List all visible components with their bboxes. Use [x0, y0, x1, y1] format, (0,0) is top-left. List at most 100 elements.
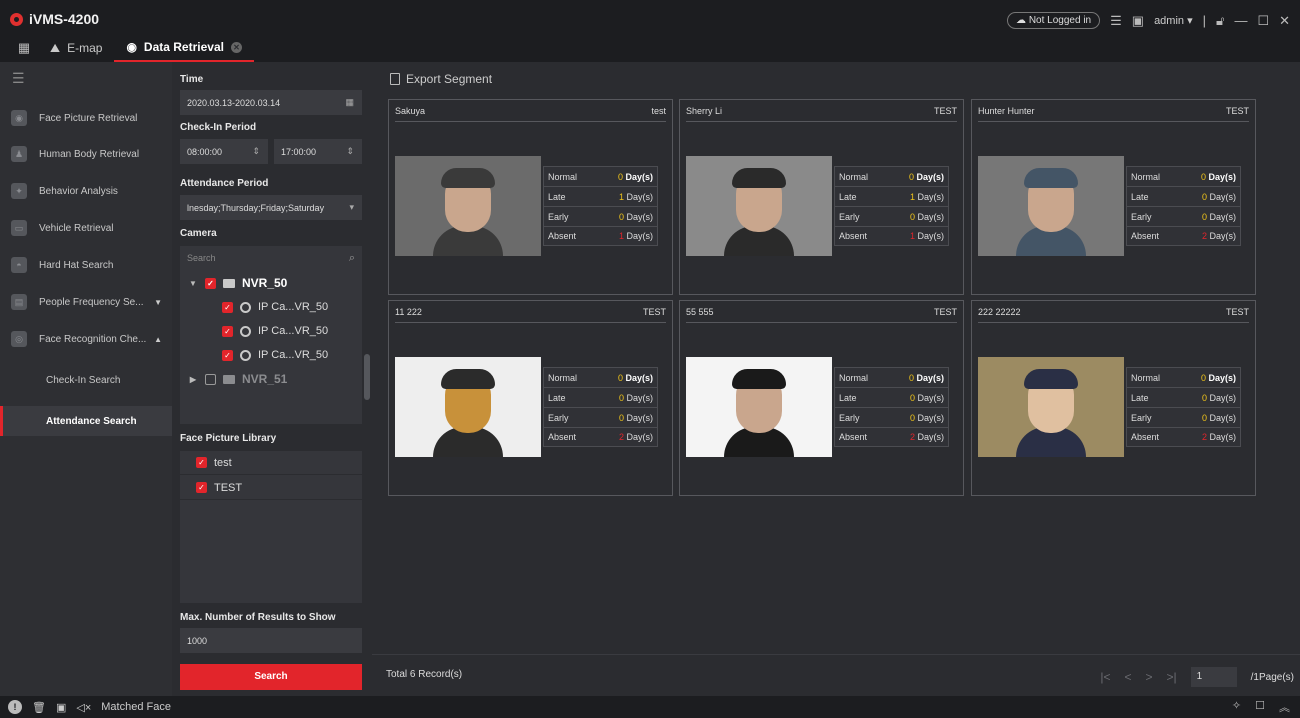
- tab-emap[interactable]: ⛰ E-map: [38, 34, 114, 62]
- max-results-input[interactable]: 1000: [180, 628, 362, 653]
- checkbox-checked[interactable]: ✓: [222, 325, 233, 337]
- expand-arrow-icon[interactable]: ▼: [188, 279, 198, 288]
- attendance-card[interactable]: 222 22222 TEST Normal 0 Day(s) Late 0 Day(…: [971, 300, 1256, 496]
- attendance-stats: Normal 0 Day(s) Late 0 Day(s) Early 0 Day(s…: [543, 367, 658, 447]
- camera-tree: Search ⌕ ▼ ✓ NVR_50 ✓ IP Ca...VR_50 ✓ IP …: [180, 246, 362, 424]
- tree-node-camera[interactable]: ✓ IP Ca...VR_50: [222, 295, 328, 319]
- check-in-end-field[interactable]: 17:00:00 ⇕: [274, 139, 362, 164]
- attendance-card[interactable]: Hunter Hunter TEST Normal 0 Day(s) Late 0 …: [971, 99, 1256, 295]
- expand-arrow-icon[interactable]: ▶: [188, 375, 198, 384]
- library-item[interactable]: ✓ test: [180, 451, 362, 475]
- stat-value: 0 Day(s): [909, 392, 944, 403]
- checkbox-checked[interactable]: ✓: [222, 349, 233, 361]
- stat-label: Early: [548, 412, 569, 423]
- tree-node-nvr-51[interactable]: ▶ NVR_51: [188, 367, 287, 391]
- prev-page-icon[interactable]: <: [1124, 670, 1131, 684]
- left-navigation: ☰ ◉ Face Picture Retrieval ♟ Human Body Re…: [0, 62, 172, 696]
- last-page-icon[interactable]: >|: [1167, 670, 1177, 684]
- user-menu[interactable]: admin ▾: [1154, 14, 1193, 27]
- page-number-input[interactable]: 1: [1190, 667, 1237, 687]
- card-header: 11 222 TEST: [395, 307, 666, 323]
- nav-attendance-search[interactable]: Attendance Search: [0, 406, 172, 436]
- next-page-icon[interactable]: >: [1146, 670, 1153, 684]
- top-right-controls: ☁ Not Logged in ☰ ▣ admin ▾ | 🔓︎ — ☐ ✕: [1007, 12, 1290, 29]
- app-logo: iVMS-4200: [10, 11, 99, 27]
- lock-icon[interactable]: 🔓︎: [1216, 13, 1224, 29]
- nav-vehicle-retrieval[interactable]: ▭ Vehicle Retrieval: [0, 213, 172, 243]
- photo-hair: [732, 369, 786, 389]
- mute-icon[interactable]: ◁×: [76, 701, 91, 714]
- hamburger-menu-icon[interactable]: ☰: [12, 70, 25, 87]
- window-icon[interactable]: ☐: [1255, 699, 1265, 715]
- tree-node-camera[interactable]: ✓ IP Ca...VR_50: [222, 343, 328, 367]
- checkbox-checked[interactable]: ✓: [222, 301, 233, 313]
- attendance-card[interactable]: Sakuya test Normal 0 Day(s) Late 1 Day(s) …: [388, 99, 673, 295]
- alert-icon[interactable]: !: [8, 700, 22, 714]
- attendance-card[interactable]: 55 555 TEST Normal 0 Day(s) Late 0 Day(s) …: [679, 300, 964, 496]
- nav-face-picture-retrieval[interactable]: ◉ Face Picture Retrieval: [0, 103, 172, 133]
- attendance-card[interactable]: 11 222 TEST Normal 0 Day(s) Late 0 Day(s) …: [388, 300, 673, 496]
- tree-node-nvr-50[interactable]: ▼ ✓ NVR_50: [188, 271, 287, 295]
- chevron-up-icon[interactable]: ︽: [1279, 699, 1290, 715]
- login-status-badge[interactable]: ☁ Not Logged in: [1007, 12, 1101, 29]
- checkbox-checked[interactable]: ✓: [205, 277, 216, 289]
- nav-behavior-analysis[interactable]: ✦ Behavior Analysis: [0, 176, 172, 206]
- maximize-icon[interactable]: ☐: [1257, 13, 1269, 29]
- pin-icon[interactable]: ✧: [1232, 699, 1241, 715]
- stat-value: 2 Day(s): [1201, 231, 1236, 241]
- attendance-period-label: Attendance Period: [180, 178, 269, 189]
- stat-value: 0 Day(s): [618, 392, 653, 403]
- panel-collapse-handle[interactable]: [364, 354, 370, 400]
- grid-menu-icon[interactable]: ▦: [10, 34, 38, 62]
- separator: |: [1202, 13, 1206, 28]
- list-icon[interactable]: ☰: [1110, 13, 1122, 29]
- nav-people-frequency[interactable]: ▤ People Frequency Se... ▼: [0, 287, 172, 317]
- nav-check-in-search[interactable]: Check-In Search: [0, 365, 172, 395]
- tree-label: NVR_50: [242, 276, 288, 290]
- stepper-icon[interactable]: ⇕: [252, 146, 260, 157]
- frequency-icon: ▤: [11, 294, 27, 310]
- stat-absent: Absent 2 Day(s): [543, 427, 658, 447]
- first-page-icon[interactable]: |<: [1100, 670, 1110, 684]
- search-icon[interactable]: ⌕: [349, 246, 355, 270]
- tab-data-retrieval[interactable]: ◉ Data Retrieval ✕: [114, 34, 254, 62]
- camera-search-input[interactable]: Search ⌕: [180, 246, 362, 270]
- stat-absent: Absent 1 Day(s): [543, 226, 658, 246]
- stat-label: Early: [548, 211, 569, 222]
- person-name: 222 22222: [978, 307, 1021, 317]
- map-icon: ⛰: [50, 40, 61, 55]
- tree-node-camera[interactable]: ✓ IP Ca...VR_50: [222, 319, 328, 343]
- user-name: admin: [1154, 15, 1185, 27]
- check-in-start-field[interactable]: 08:00:00 ⇕: [180, 139, 268, 164]
- person-name: 11 222: [395, 307, 422, 317]
- close-icon[interactable]: ✕: [1279, 13, 1290, 29]
- nav-face-recognition-check[interactable]: ◎ Face Recognition Che... ▲: [0, 324, 172, 354]
- checkbox-checked[interactable]: ✓: [196, 457, 207, 468]
- checkbox-unchecked[interactable]: [205, 373, 216, 385]
- calendar-icon[interactable]: ▦: [345, 97, 354, 108]
- nav-hard-hat-search[interactable]: ◓ Hard Hat Search: [0, 250, 172, 280]
- attendance-card[interactable]: Sherry Li TEST Normal 0 Day(s) Late 1 Day(…: [679, 99, 964, 295]
- library-item[interactable]: ✓ TEST: [180, 476, 362, 500]
- trash-icon[interactable]: 🗑︎: [32, 701, 46, 714]
- check-in-start-value: 08:00:00: [187, 146, 223, 157]
- checkbox-checked[interactable]: ✓: [196, 482, 207, 493]
- tab-label: E-map: [67, 41, 103, 55]
- results-area: Export Segment Sakuya test Normal 0 Day(s…: [372, 62, 1300, 696]
- minimize-icon[interactable]: —: [1234, 13, 1247, 28]
- image-icon[interactable]: ▣: [1132, 13, 1144, 29]
- nav-human-body-retrieval[interactable]: ♟ Human Body Retrieval: [0, 139, 172, 169]
- close-tab-icon[interactable]: ✕: [230, 41, 242, 53]
- stepper-icon[interactable]: ⇕: [346, 146, 354, 157]
- photo-hair: [732, 168, 786, 188]
- stat-label: Absent: [839, 432, 868, 442]
- search-button[interactable]: Search: [180, 664, 362, 690]
- time-label: Time: [180, 74, 204, 85]
- screen-icon[interactable]: ▣: [56, 701, 66, 714]
- nav-label: Face Picture Retrieval: [39, 112, 138, 124]
- time-range-field[interactable]: 2020.03.13-2020.03.14 ▦: [180, 90, 362, 115]
- attendance-period-select[interactable]: lnesday;Thursday;Friday;Saturday ▾: [180, 195, 362, 220]
- export-segment-button[interactable]: Export Segment: [390, 72, 492, 86]
- check-in-end-value: 17:00:00: [281, 146, 317, 157]
- face-icon: ◉: [11, 110, 27, 126]
